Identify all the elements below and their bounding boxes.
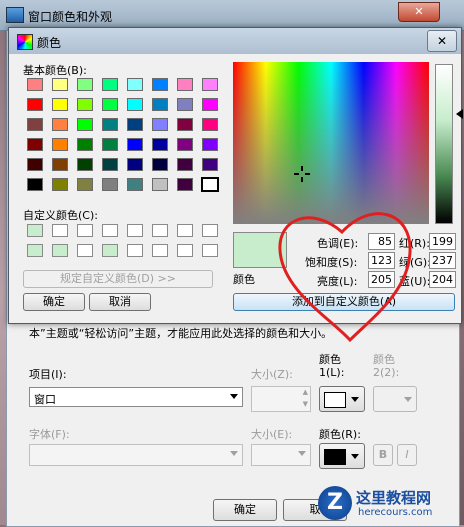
watermark-title: 这里教程网 <box>356 489 432 507</box>
watermark: Z 这里教程网 herecours.com <box>318 486 458 520</box>
watermark-url: herecours.com <box>358 507 433 518</box>
heart-annotation <box>278 212 412 343</box>
watermark-logo-icon: Z <box>318 486 352 520</box>
